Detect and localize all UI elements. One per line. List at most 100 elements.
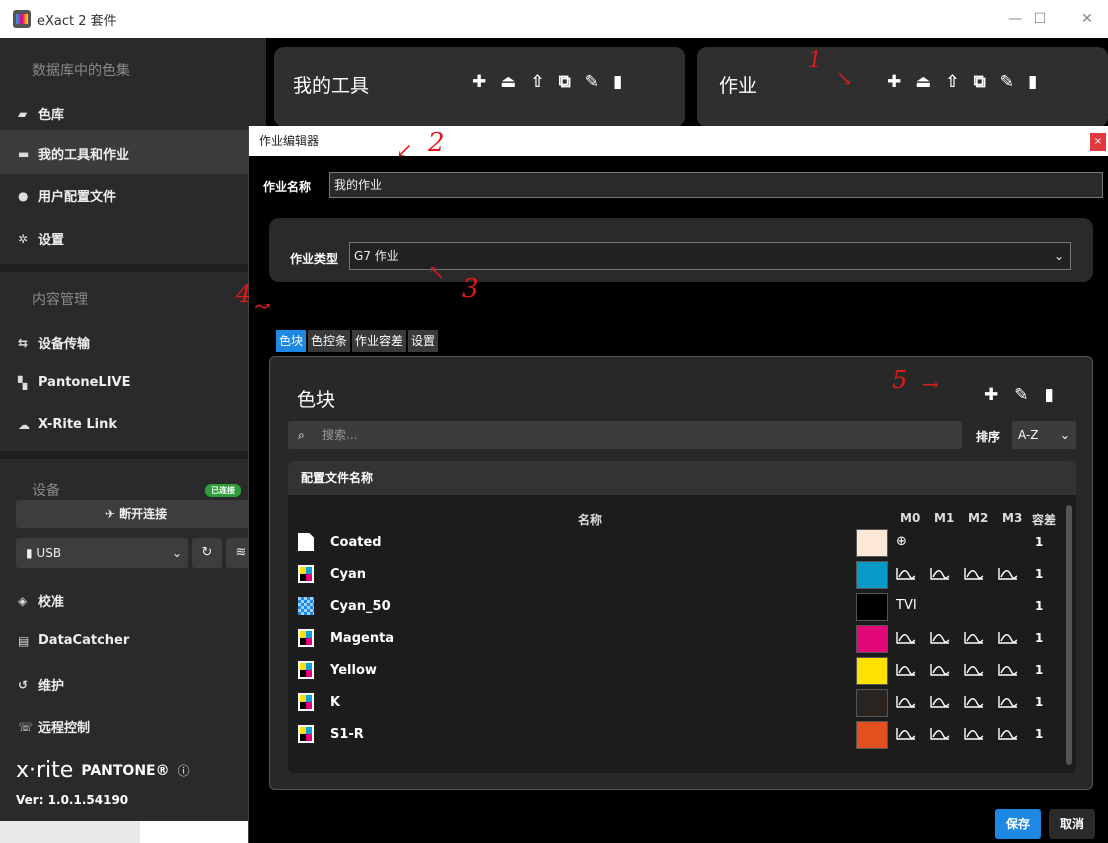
tab-patches[interactable]: 色块 <box>276 330 307 352</box>
section-content: 内容管理 <box>32 292 88 308</box>
sidebar-item-library[interactable]: ▰ 色库 <box>18 104 64 124</box>
sidebar-item-tools-jobs[interactable]: ▬ 我的工具和作业 <box>18 144 129 164</box>
jobs-toolbar: ✚ ⏏ ⇧ ⧉ ✎ ▮ <box>887 72 1037 92</box>
delete-icon[interactable]: ▮ <box>1045 385 1054 405</box>
sidebar: 数据库中的色集 ▰ 色库 ▬ 我的工具和作业 ● 用户配置文件 ✲ 设置 内容管理 ⇆ 设… <box>0 38 266 843</box>
cancel-button[interactable]: 取消 <box>1049 809 1095 839</box>
sidebar-item-user-profiles[interactable]: ● 用户配置文件 <box>18 186 116 206</box>
refresh-icon: ↻ <box>201 545 213 560</box>
table-row[interactable]: S1-R 1 <box>288 719 1076 751</box>
delete-icon[interactable]: ▮ <box>613 72 622 92</box>
curve-icon <box>964 696 984 708</box>
connected-badge: 已连接 <box>205 484 241 497</box>
remote-icon: ☏ <box>18 719 34 734</box>
maximize-button[interactable]: ☐ <box>1025 8 1055 30</box>
curve-cell <box>930 567 950 585</box>
curve-cell <box>964 567 984 585</box>
sidebar-item-maintenance[interactable]: ↺ 维护 <box>18 675 64 695</box>
sidebar-item-pantonelive[interactable]: ▚ PantoneLIVE <box>18 375 131 390</box>
color-swatch <box>856 593 888 621</box>
checker-icon <box>298 597 314 615</box>
table-row[interactable]: Magenta 1 <box>288 623 1076 655</box>
curve-icon <box>964 664 984 676</box>
table-row[interactable]: Cyan 1 <box>288 559 1076 591</box>
curve-icon <box>964 632 984 644</box>
export-icon[interactable]: ⇧ <box>945 72 959 92</box>
disconnect-button[interactable]: ✈ 断开连接 <box>16 500 256 528</box>
tools-toolbar: ✚ ⏏ ⇧ ⧉ ✎ ▮ <box>472 72 622 92</box>
dialog-close-button[interactable]: × <box>1090 133 1106 151</box>
edit-icon[interactable]: ✎ <box>585 72 599 92</box>
edit-icon[interactable]: ✎ <box>1000 72 1014 92</box>
sidebar-item-xrite-link[interactable]: ☁ X-Rite Link <box>18 417 117 432</box>
add-icon[interactable]: ✚ <box>887 72 901 92</box>
sidebar-item-datacatcher[interactable]: ▤ DataCatcher <box>18 633 129 648</box>
search-input[interactable]: ⌕ 搜索... <box>288 421 962 449</box>
patches-panel: 色块 ✚ ✎ ▮ ⌕ 搜索... 排序 A-Z ⌄ 配置文件名称 名称 M0 M1 M2… <box>269 356 1093 790</box>
curve-cell <box>964 663 984 681</box>
window-title: eXact 2 套件 <box>37 13 117 29</box>
annotation-2: 2 <box>428 128 445 158</box>
job-name-input[interactable]: 我的作业 <box>329 172 1103 198</box>
sidebar-item-settings[interactable]: ✲ 设置 <box>18 229 64 249</box>
import-icon[interactable]: ⏏ <box>915 72 931 92</box>
curve-icon <box>930 696 950 708</box>
row-tolerance: 1 <box>1035 663 1044 677</box>
curve-icon <box>930 664 950 676</box>
curve-cell <box>964 727 984 745</box>
sort-label: 排序 <box>976 430 1001 444</box>
curve-cell <box>964 695 984 713</box>
delete-icon[interactable]: ▮ <box>1028 72 1037 92</box>
info-icon[interactable]: ⓘ <box>178 762 190 779</box>
usb-select[interactable]: ▮ USB ⌄ <box>16 538 188 568</box>
col-name: 名称 <box>578 513 603 527</box>
tab-job-tolerance[interactable]: 作业容差 <box>352 330 407 352</box>
sort-select[interactable]: A-Z ⌄ <box>1012 421 1076 449</box>
wifi-icon: ≋ <box>235 545 247 560</box>
curve-icon <box>964 728 984 740</box>
edit-icon[interactable]: ✎ <box>1014 385 1028 405</box>
tab-control-strip[interactable]: 色控条 <box>308 330 351 352</box>
duplicate-icon[interactable]: ⧉ <box>559 72 571 92</box>
col-m2: M2 <box>968 511 989 525</box>
title-bar: eXact 2 套件 — ☐ ✕ <box>0 0 1108 38</box>
add-icon[interactable]: ✚ <box>472 72 486 92</box>
row-name: Magenta <box>330 631 395 646</box>
job-type-select[interactable]: G7 作业 ⌄ <box>349 242 1071 270</box>
curve-cell <box>964 631 984 649</box>
annotation-arrow-3: ↖ <box>428 260 445 284</box>
annotation-arrow-5: → <box>922 372 939 396</box>
scrollbar[interactable] <box>1066 505 1072 765</box>
row-tolerance: 1 <box>1035 599 1044 613</box>
sidebar-item-device-transfer[interactable]: ⇆ 设备传输 <box>18 333 90 353</box>
row-name: Cyan_50 <box>330 599 391 614</box>
sidebar-item-calibrate[interactable]: ◈ 校准 <box>18 591 64 611</box>
table-row[interactable]: Coated ⊕ 1 <box>288 527 1076 559</box>
add-icon[interactable]: ✚ <box>984 385 998 405</box>
save-button[interactable]: 保存 <box>995 809 1041 839</box>
annotation-arrow-4: ↝ <box>254 294 271 318</box>
sidebar-item-remote[interactable]: ☏ 远程控制 <box>18 717 90 737</box>
curve-cell <box>998 727 1018 745</box>
export-icon[interactable]: ⇧ <box>530 72 544 92</box>
refresh-button[interactable]: ↻ <box>192 538 222 568</box>
job-type-panel: 作业类型 G7 作业 ⌄ <box>269 218 1093 282</box>
col-m3: M3 <box>1002 511 1023 525</box>
table-row[interactable]: K1 <box>288 687 1076 719</box>
curve-cell <box>930 695 950 713</box>
transfer-icon: ⇆ <box>18 335 29 350</box>
close-button[interactable]: ✕ <box>1072 8 1102 30</box>
curve-cell <box>930 727 950 745</box>
curve-icon <box>930 632 950 644</box>
import-icon[interactable]: ⏏ <box>500 72 516 92</box>
jobs-title: 作业 <box>719 75 758 97</box>
color-swatch <box>856 561 888 589</box>
curve-cell <box>896 567 916 585</box>
chevron-down-icon: ⌄ <box>1053 249 1064 263</box>
table-row[interactable]: Yellow 1 <box>288 655 1076 687</box>
duplicate-icon[interactable]: ⧉ <box>974 72 986 92</box>
curve-cell <box>998 663 1018 681</box>
annotation-5: 5 <box>892 366 908 394</box>
table-row[interactable]: Cyan_50 TVI 1 <box>288 591 1076 623</box>
tab-settings[interactable]: 设置 <box>408 330 439 352</box>
